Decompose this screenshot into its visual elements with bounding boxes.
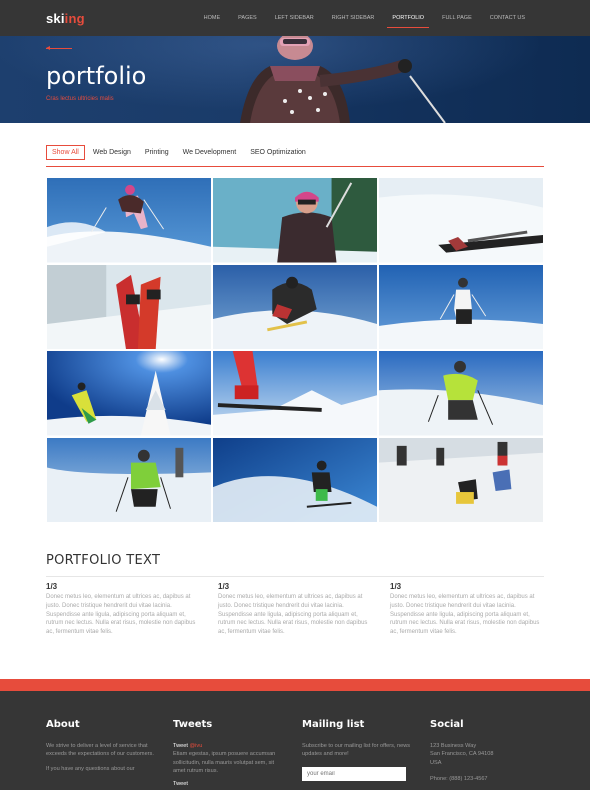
nav-item-portfolio[interactable]: PORTFOLIO	[383, 0, 433, 36]
text-column-body: Donec metus leo, elementum at ultrices a…	[218, 594, 368, 636]
hero-banner: portfolio Cras lectus ultricies malis	[0, 36, 590, 123]
portfolio-text-title: PORTFOLIO TEXT	[46, 553, 161, 568]
filter-seo-optimization[interactable]: SEO Optimization	[244, 145, 312, 160]
portfolio-item[interactable]	[212, 436, 378, 523]
footer-about: About We strive to deliver a level of se…	[46, 719, 156, 773]
text-column-heading: 1/3	[46, 582, 58, 591]
phone-number: Phone: (888) 123-4567	[430, 776, 488, 783]
tweet-text: Etiam egestas, ipsum posuere accumsan so…	[173, 751, 276, 775]
hero-skier-image	[240, 36, 446, 123]
footer-mailing-text: Subscribe to our mailing list for offers…	[302, 743, 411, 758]
footer-accent-bar	[0, 679, 590, 691]
text-column: 1/3 Donec metus leo, elementum at ultric…	[390, 582, 540, 637]
footer-mailing-list: Mailing list Subscribe to our mailing li…	[302, 719, 412, 781]
filter-show-all[interactable]: Show All	[46, 145, 85, 160]
text-column-heading: 1/3	[218, 582, 230, 591]
filter-web-design[interactable]: Web Design	[87, 145, 137, 160]
footer-social: Social 123 Business Way San Francisco, C…	[430, 719, 540, 784]
portfolio-item[interactable]	[212, 350, 378, 437]
footer-about-text: We strive to deliver a level of service …	[46, 743, 154, 758]
page-subtitle: Cras lectus ultricies malis	[46, 96, 114, 102]
site-footer: About We strive to deliver a level of se…	[0, 691, 590, 790]
portfolio-item[interactable]	[212, 177, 378, 264]
back-arrow-icon[interactable]	[46, 46, 72, 50]
text-column-body: Donec metus leo, elementum at ultrices a…	[46, 594, 196, 636]
footer-mailing-title: Mailing list	[302, 719, 365, 730]
site-logo[interactable]: skiing	[46, 11, 85, 26]
footer-tweets-title: Tweets	[173, 719, 213, 730]
portfolio-item[interactable]	[378, 436, 544, 523]
portfolio-filters: Show All Web Design Printing We Developm…	[46, 145, 312, 160]
page-title: portfolio	[46, 62, 147, 90]
portfolio-grid	[46, 177, 544, 523]
portfolio-text-divider	[46, 576, 544, 577]
portfolio-item[interactable]	[46, 436, 212, 523]
footer-social-title: Social	[430, 719, 464, 730]
tweet-label-2: Tweet	[173, 780, 188, 787]
portfolio-item[interactable]	[378, 350, 544, 437]
address-line-1: 123 Business Way	[430, 743, 477, 749]
footer-about-title: About	[46, 719, 80, 730]
footer-tweets: Tweets Tweet @ivu Etiam egestas, ipsum p…	[173, 719, 283, 788]
tweet-label: Tweet	[173, 743, 188, 749]
text-column-heading: 1/3	[390, 582, 402, 591]
logo-text: ski	[46, 11, 65, 26]
logo-accent-text: ing	[64, 11, 85, 26]
filter-printing[interactable]: Printing	[139, 145, 175, 160]
text-column: 1/3 Donec metus leo, elementum at ultric…	[218, 582, 368, 637]
nav-item-right-sidebar[interactable]: RIGHT SIDEBAR	[323, 0, 384, 36]
tweet-handle-link[interactable]: @ivu	[190, 743, 203, 749]
nav-item-pages[interactable]: PAGES	[229, 0, 266, 36]
nav-item-home[interactable]: HOME	[195, 0, 230, 36]
portfolio-item[interactable]	[378, 263, 544, 350]
footer-about-text-2: If you have any questions about our	[46, 765, 135, 772]
address-line-2: San Francisco, CA 94108	[430, 751, 494, 758]
top-navbar: skiing HOME PAGES LEFT SIDEBAR RIGHT SID…	[0, 0, 590, 36]
address-line-3: USA	[430, 759, 442, 766]
main-nav: HOME PAGES LEFT SIDEBAR RIGHT SIDEBAR PO…	[195, 0, 534, 36]
nav-item-full-page[interactable]: FULL PAGE	[433, 0, 481, 36]
nav-item-left-sidebar[interactable]: LEFT SIDEBAR	[266, 0, 323, 36]
filter-we-development[interactable]: We Development	[177, 145, 243, 160]
portfolio-item[interactable]	[378, 177, 544, 264]
portfolio-item[interactable]	[46, 177, 212, 264]
portfolio-item[interactable]	[46, 350, 212, 437]
text-column: 1/3 Donec metus leo, elementum at ultric…	[46, 582, 196, 637]
text-column-body: Donec metus leo, elementum at ultrices a…	[390, 594, 540, 636]
filter-divider	[46, 166, 544, 167]
portfolio-item[interactable]	[46, 263, 212, 350]
nav-item-contact-us[interactable]: CONTACT US	[481, 0, 534, 36]
portfolio-item[interactable]	[212, 263, 378, 350]
email-input[interactable]	[302, 766, 406, 781]
